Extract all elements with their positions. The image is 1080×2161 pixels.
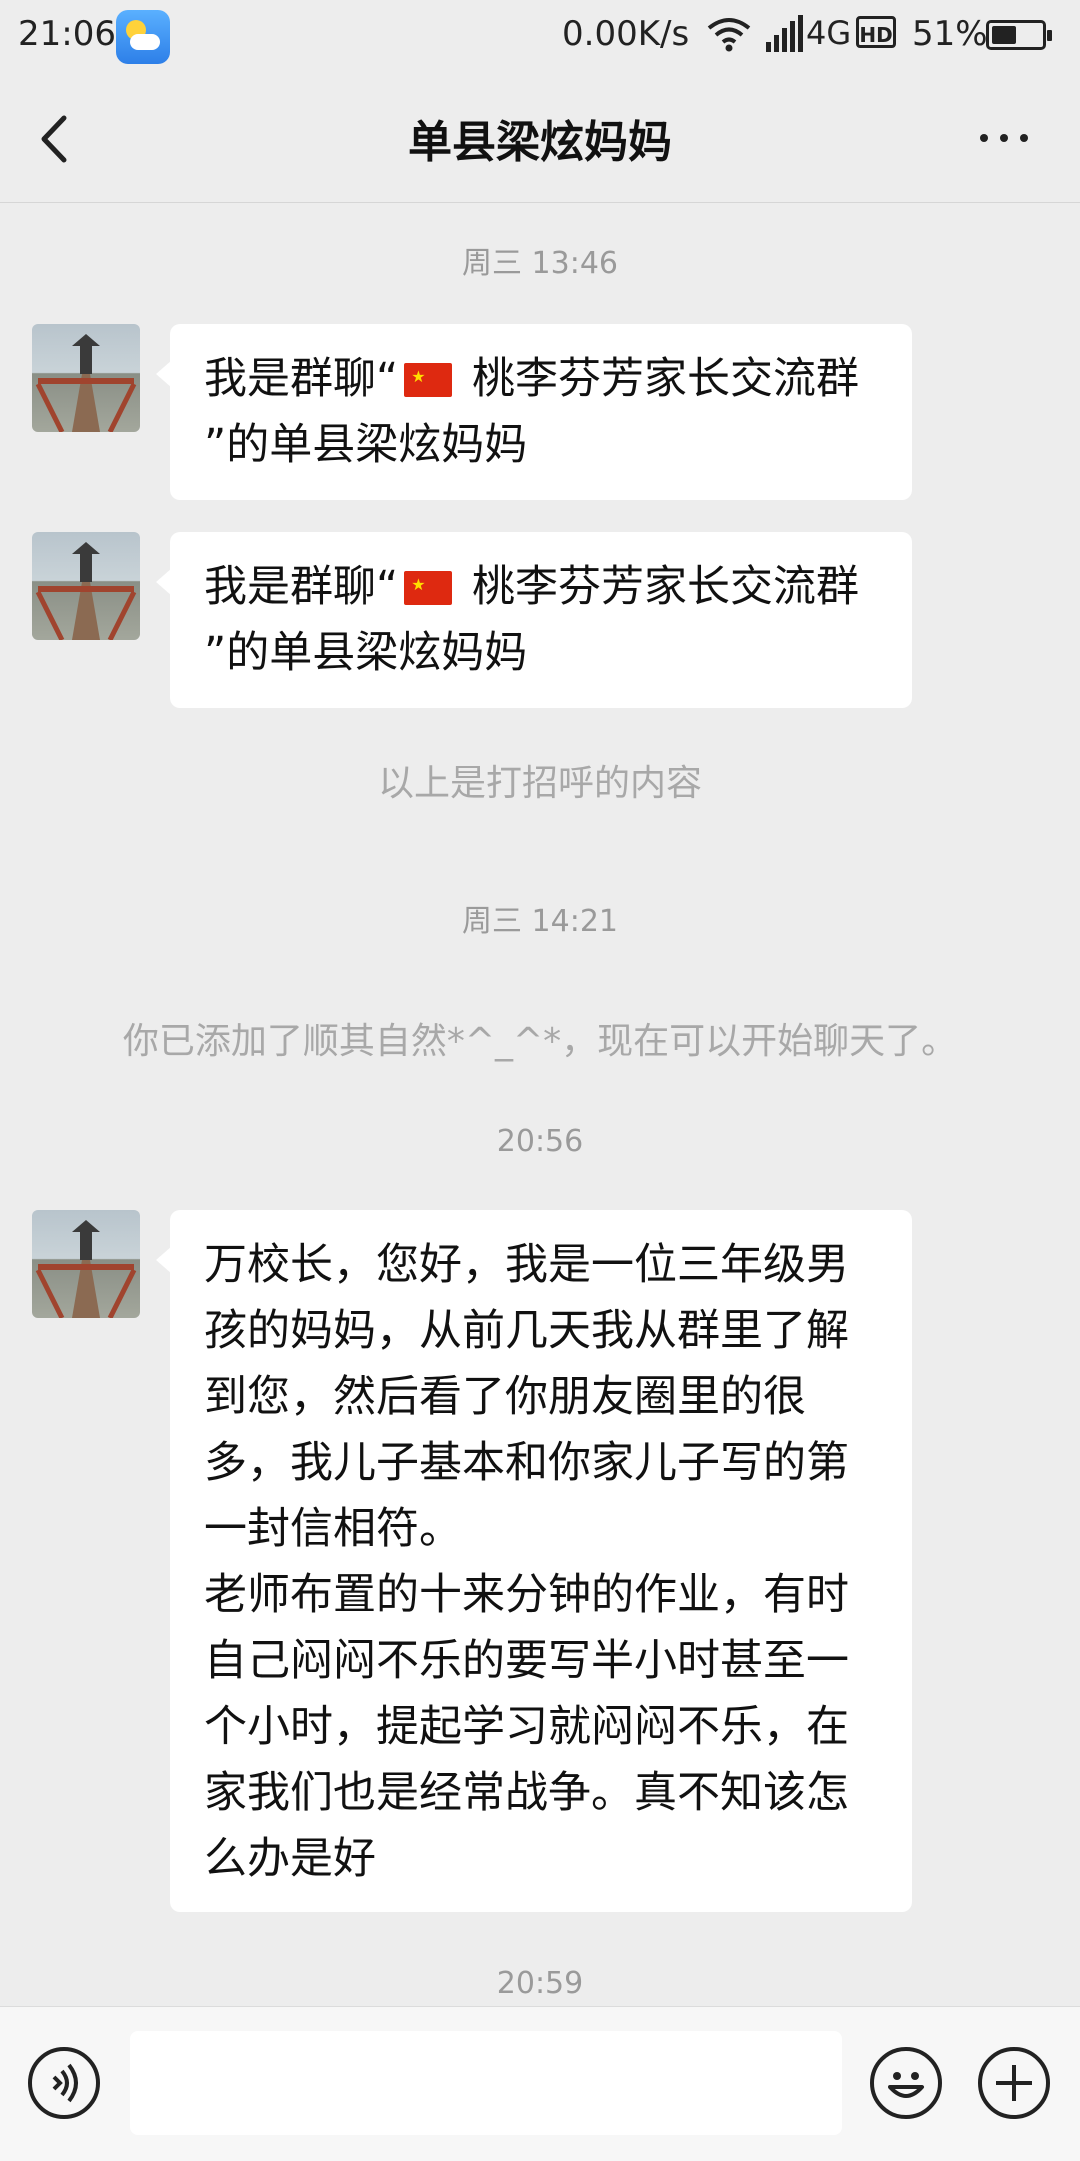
wifi-icon — [707, 18, 751, 52]
battery-icon — [986, 20, 1052, 50]
more-button[interactable] — [972, 112, 1036, 162]
time-label: 20:59 — [496, 1966, 584, 2001]
input-bar — [0, 2006, 1080, 2161]
signal-icon — [766, 15, 803, 52]
page-title: 单县梁炫妈妈 — [408, 117, 672, 168]
status-bar: 21:06 0.00K/s 4G HD 51% — [0, 0, 1080, 74]
china-flag-icon: ★ — [404, 571, 453, 605]
emoji-button[interactable] — [870, 2047, 942, 2119]
time-label: 20:56 — [496, 1124, 584, 1159]
avatar-image — [35, 542, 137, 640]
avatar[interactable] — [32, 1210, 140, 1318]
china-flag-icon: ★ — [404, 363, 453, 397]
time-label: 周三 13:46 — [462, 246, 618, 281]
plus-button[interactable] — [978, 2047, 1050, 2119]
status-time: 21:06 — [18, 14, 116, 54]
message-text: 我是群聊“ — [204, 354, 399, 404]
weather-partly-cloudy-icon — [116, 10, 170, 64]
avatar-image — [35, 1220, 137, 1318]
battery-percent: 51% — [912, 14, 988, 54]
voice-icon — [52, 2063, 78, 2103]
network-type: 4G — [806, 14, 852, 52]
avatar[interactable] — [32, 532, 140, 640]
time-label: 周三 14:21 — [462, 904, 618, 939]
message-bubble[interactable]: 我是群聊“ ★ 桃李芬芳家长交流群 ”的单县梁炫妈妈 — [156, 532, 912, 708]
voice-button[interactable] — [28, 2047, 100, 2119]
more-dots-icon — [980, 134, 988, 142]
network-speed: 0.00K/s — [562, 14, 690, 54]
avatar[interactable] — [32, 324, 140, 432]
message-text: 我是群聊“ — [204, 562, 399, 612]
added-note: 你已添加了顺其自然*^_^*，现在可以开始聊天了。 — [122, 1021, 958, 1062]
hd-badge: HD — [856, 16, 896, 48]
message-text: 桃李芬芳家长交流群 — [458, 354, 859, 404]
emoji-icon — [888, 2072, 924, 2098]
message-text: 万校长，您好，我是一位三年级男孩的妈妈，从前几天我从群里了解到您，然后看了你朋友… — [204, 1240, 849, 1884]
message-bubble[interactable]: 万校长，您好，我是一位三年级男孩的妈妈，从前几天我从群里了解到您，然后看了你朋友… — [156, 1210, 912, 1912]
message-input[interactable] — [130, 2031, 842, 2135]
message-text: 桃李芬芳家长交流群 — [458, 562, 859, 612]
avatar-image — [35, 334, 137, 432]
greeting-note: 以上是打招呼的内容 — [377, 763, 702, 804]
message-bubble[interactable]: 我是群聊“ ★ 桃李芬芳家长交流群 ”的单县梁炫妈妈 — [156, 324, 912, 500]
message-text: ”的单县梁炫妈妈 — [204, 628, 528, 678]
message-text: ”的单县梁炫妈妈 — [204, 420, 528, 470]
chat-header: 单县梁炫妈妈 — [0, 74, 1080, 203]
plus-icon — [996, 2065, 1032, 2101]
